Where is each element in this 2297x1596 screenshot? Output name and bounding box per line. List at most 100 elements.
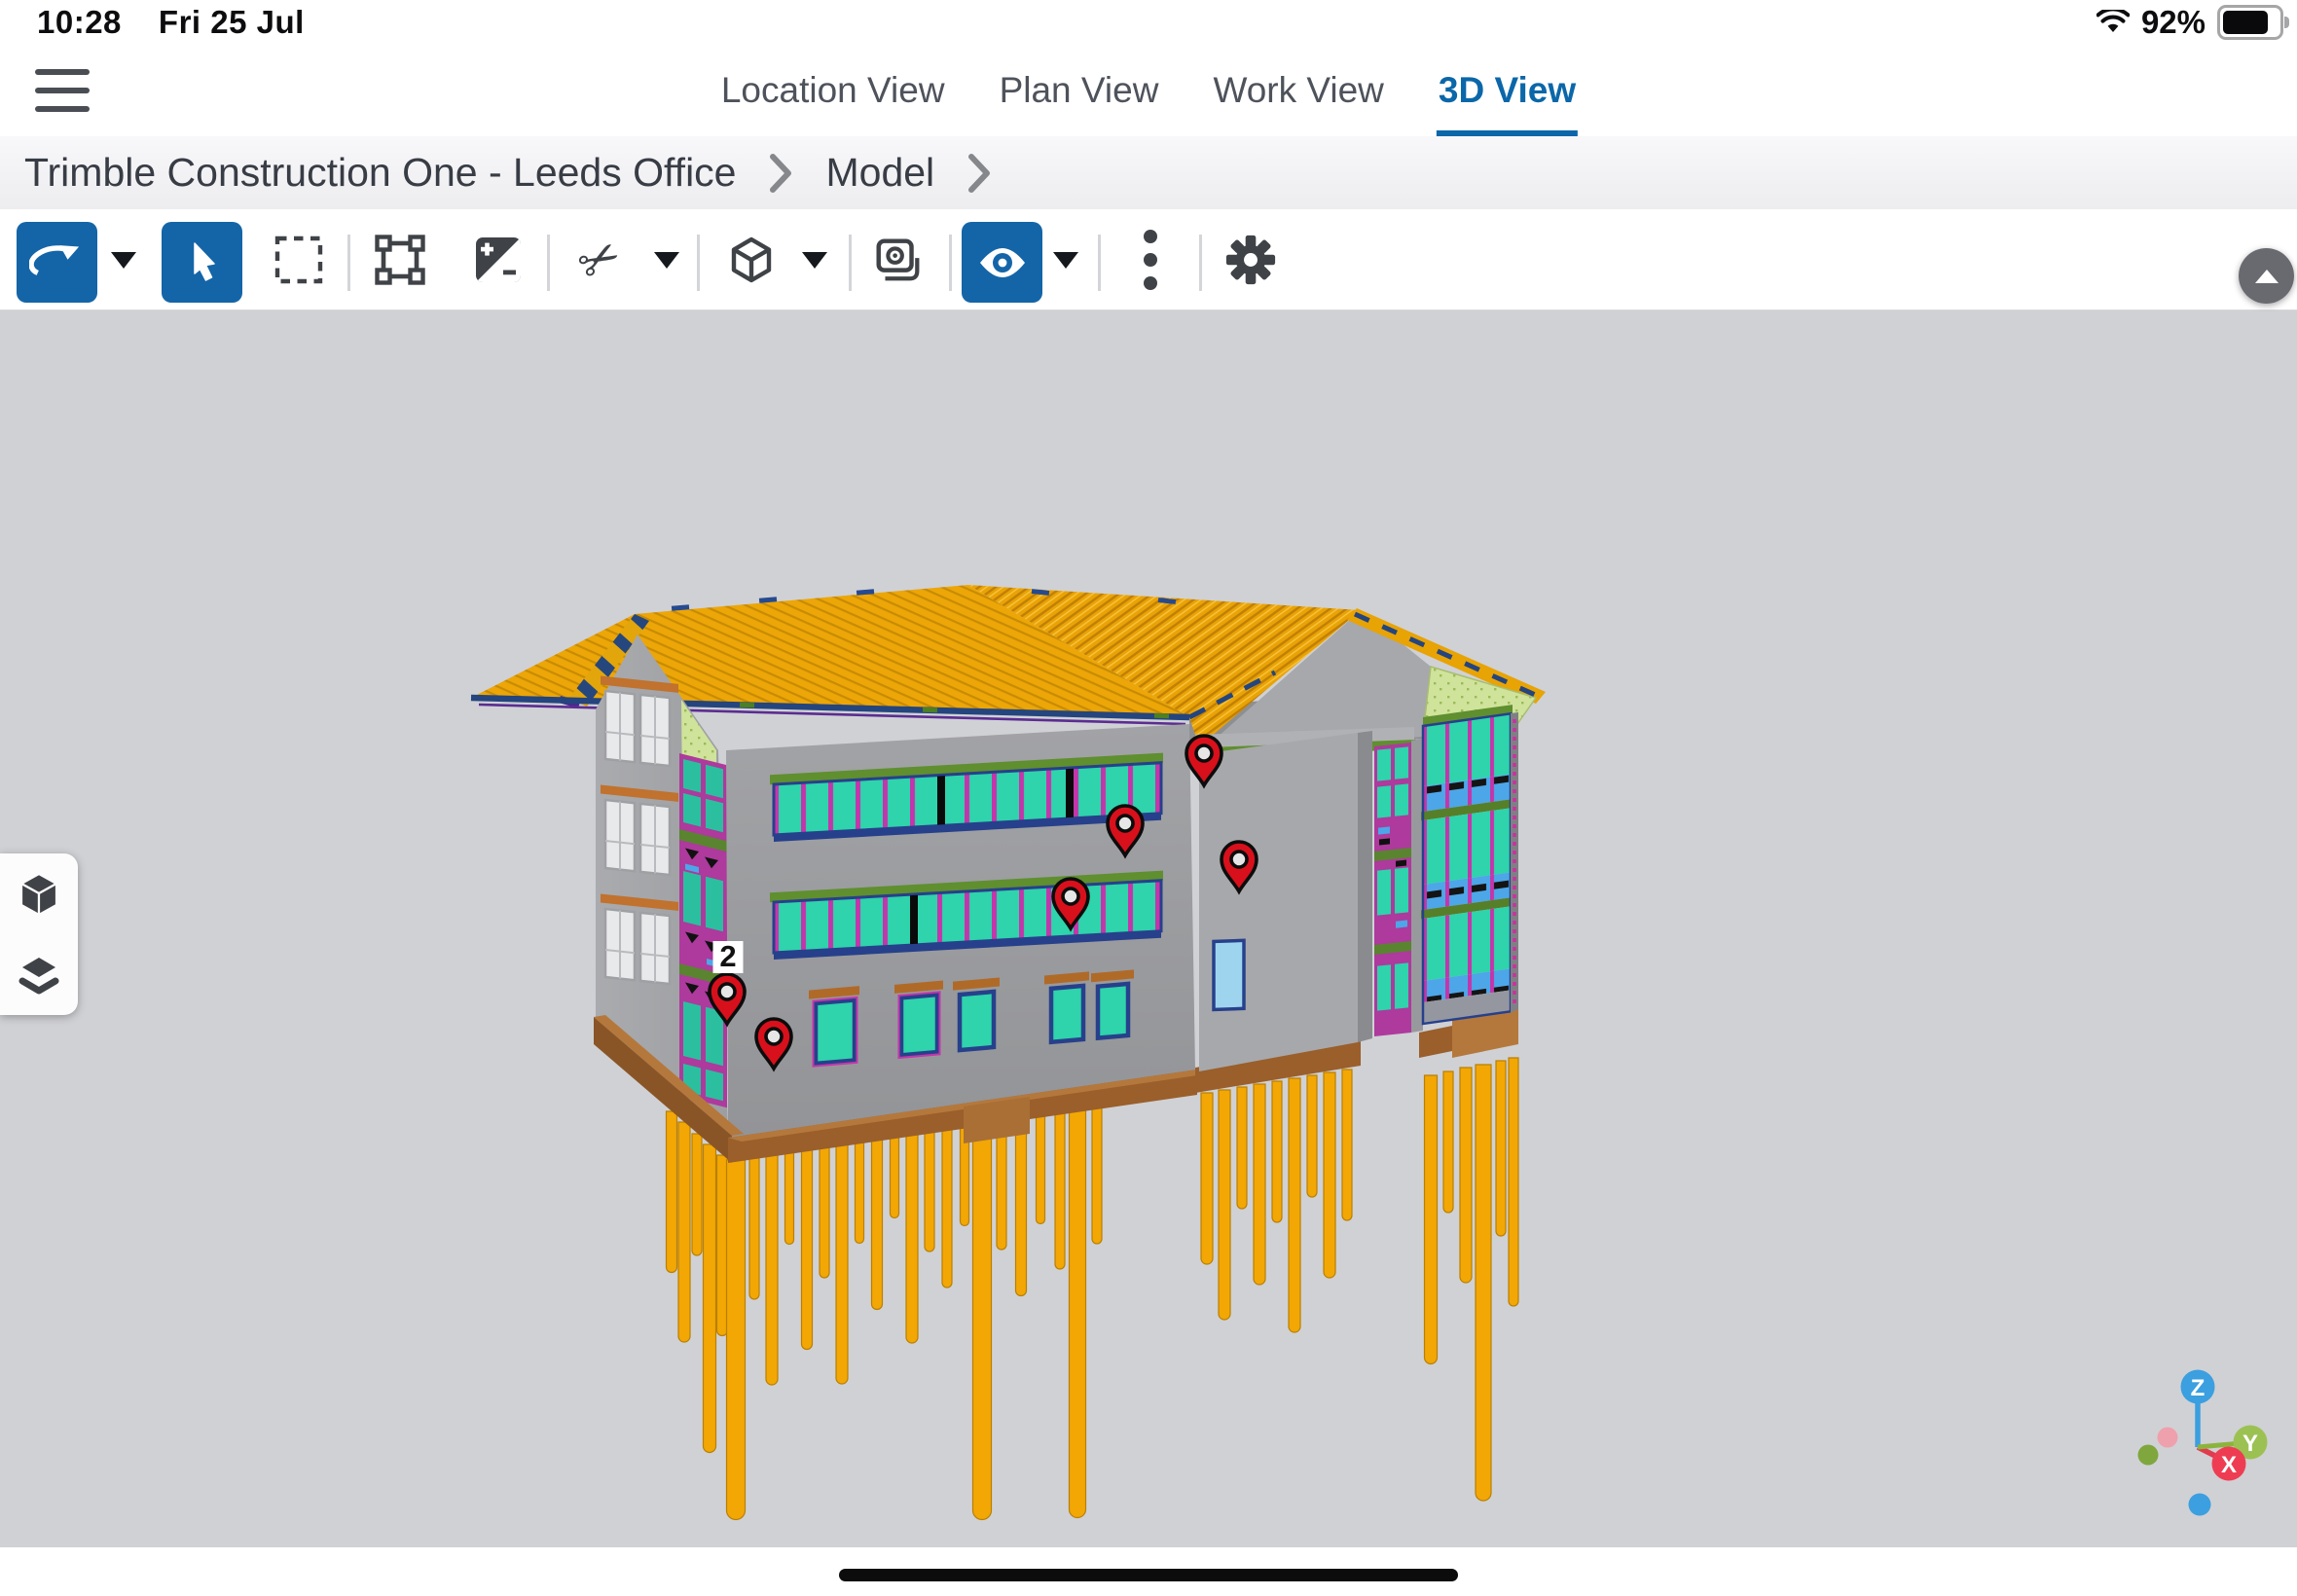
orbit-icon <box>29 235 86 291</box>
pile <box>704 1144 716 1453</box>
model-viewport[interactable]: 2 Z Y X <box>0 310 2297 1547</box>
pile <box>836 1144 848 1384</box>
pile <box>1460 1068 1472 1283</box>
tab-plan-view[interactable]: Plan View <box>998 44 1161 136</box>
adjust-exposure-button[interactable] <box>471 233 526 287</box>
pile <box>1476 1065 1491 1501</box>
models-button[interactable] <box>0 853 78 934</box>
hamburger-icon <box>35 69 90 75</box>
toolbar-divider <box>849 235 852 291</box>
east-glazed-facade <box>1421 705 1516 1025</box>
toolbar-divider <box>697 235 700 291</box>
kebab-icon <box>1142 228 1159 292</box>
transform-frame-button[interactable] <box>373 233 427 287</box>
pile <box>1219 1090 1230 1320</box>
orbit-dropdown-caret[interactable] <box>111 252 136 269</box>
axis-gizmo[interactable]: Z Y X <box>2138 1370 2268 1516</box>
toolbar-divider <box>1098 235 1101 291</box>
pile <box>1237 1087 1247 1209</box>
pile <box>785 1152 794 1245</box>
axis-neg-z-dot[interactable] <box>2189 1494 2211 1516</box>
pile <box>1425 1075 1438 1364</box>
chevron-right-icon <box>769 154 792 193</box>
pile <box>1016 1115 1027 1296</box>
cube-dropdown-caret[interactable] <box>802 252 827 269</box>
pile <box>872 1139 883 1310</box>
axis-neg-x-dot[interactable] <box>2158 1428 2178 1448</box>
pile <box>766 1155 778 1385</box>
status-time-date: 10:28Fri 25 Jul <box>37 4 305 41</box>
collapse-toolbar-button[interactable] <box>2239 248 2294 304</box>
pile <box>1324 1072 1335 1278</box>
battery-fill <box>2223 11 2268 34</box>
pile <box>973 1121 992 1520</box>
pile <box>1307 1075 1317 1197</box>
right-wing <box>1195 705 1518 1071</box>
pile <box>942 1127 952 1288</box>
visibility-dropdown-caret[interactable] <box>1053 252 1078 269</box>
cut-dropdown-caret[interactable] <box>654 252 679 269</box>
menu-button[interactable] <box>35 69 90 112</box>
more-options-button[interactable] <box>1123 233 1178 287</box>
app-window: 10:28Fri 25 Jul 92% Location View Plan V… <box>0 0 2297 1596</box>
orbit-tool-button[interactable] <box>17 222 97 303</box>
tower-curtain-strip <box>1374 743 1411 1036</box>
axis-z-handle[interactable]: Z <box>2181 1370 2215 1404</box>
pile <box>1092 1103 1102 1244</box>
pile <box>1443 1071 1453 1213</box>
breadcrumb-project[interactable]: Trimble Construction One - Leeds Office <box>24 150 736 196</box>
pile <box>1496 1061 1506 1236</box>
pile <box>1272 1081 1282 1222</box>
corner-curtain-strip <box>679 753 727 1107</box>
pile <box>856 1142 864 1244</box>
nav-bar: Location View Plan View Work View 3D Vie… <box>0 44 2297 136</box>
pile <box>749 1158 759 1299</box>
select-tool-button[interactable] <box>162 222 242 303</box>
tab-3d-view[interactable]: 3D View <box>1437 44 1578 136</box>
marquee-icon <box>273 235 324 285</box>
battery-nib <box>2284 17 2289 28</box>
west-windows <box>601 676 678 985</box>
pile <box>678 1122 690 1342</box>
battery-icon <box>2217 5 2283 40</box>
marker-label: 2 <box>719 939 736 973</box>
pile <box>1509 1058 1518 1306</box>
view-options-panel <box>0 853 78 1015</box>
pile <box>1055 1108 1065 1269</box>
gear-icon <box>1223 232 1278 288</box>
layers-button[interactable] <box>0 934 78 1015</box>
axis-x-handle[interactable]: X <box>2212 1447 2246 1481</box>
marquee-select-button[interactable] <box>272 233 326 287</box>
breadcrumb: Trimble Construction One - Leeds Office … <box>0 136 2297 210</box>
tab-work-view[interactable]: Work View <box>1211 44 1385 136</box>
status-right-cluster: 92% <box>2096 4 2283 41</box>
view-tabs: Location View Plan View Work View 3D Vie… <box>719 44 1578 136</box>
chevron-up-icon <box>2255 270 2279 283</box>
pile <box>717 1155 728 1336</box>
settings-button[interactable] <box>1223 233 1278 287</box>
pile <box>1201 1093 1213 1264</box>
pile <box>1070 1106 1086 1518</box>
model-toolbar: ✂ <box>0 209 2297 310</box>
cube-icon <box>724 233 779 287</box>
home-indicator[interactable] <box>839 1569 1458 1581</box>
pile <box>820 1146 829 1278</box>
view-capture-button[interactable] <box>871 233 926 287</box>
model-cube-button[interactable] <box>724 233 779 287</box>
pile <box>1342 1070 1352 1220</box>
building-model: 2 Z Y X <box>0 310 2297 1547</box>
tab-location-view[interactable]: Location View <box>719 44 947 136</box>
pile <box>925 1130 934 1251</box>
toolbar-divider <box>949 235 952 291</box>
cut-section-button[interactable]: ✂ <box>572 233 627 287</box>
breadcrumb-model[interactable]: Model <box>825 150 934 196</box>
svg-text:Y: Y <box>2242 1431 2258 1457</box>
pile <box>727 1160 746 1520</box>
front-facade <box>726 724 1195 1140</box>
visibility-tool-button[interactable] <box>962 222 1042 303</box>
transform-frame-icon <box>373 233 427 287</box>
pile <box>906 1133 918 1343</box>
axis-neg-y-dot[interactable] <box>2138 1445 2159 1466</box>
pile <box>1289 1078 1300 1332</box>
wifi-icon <box>2096 10 2130 35</box>
